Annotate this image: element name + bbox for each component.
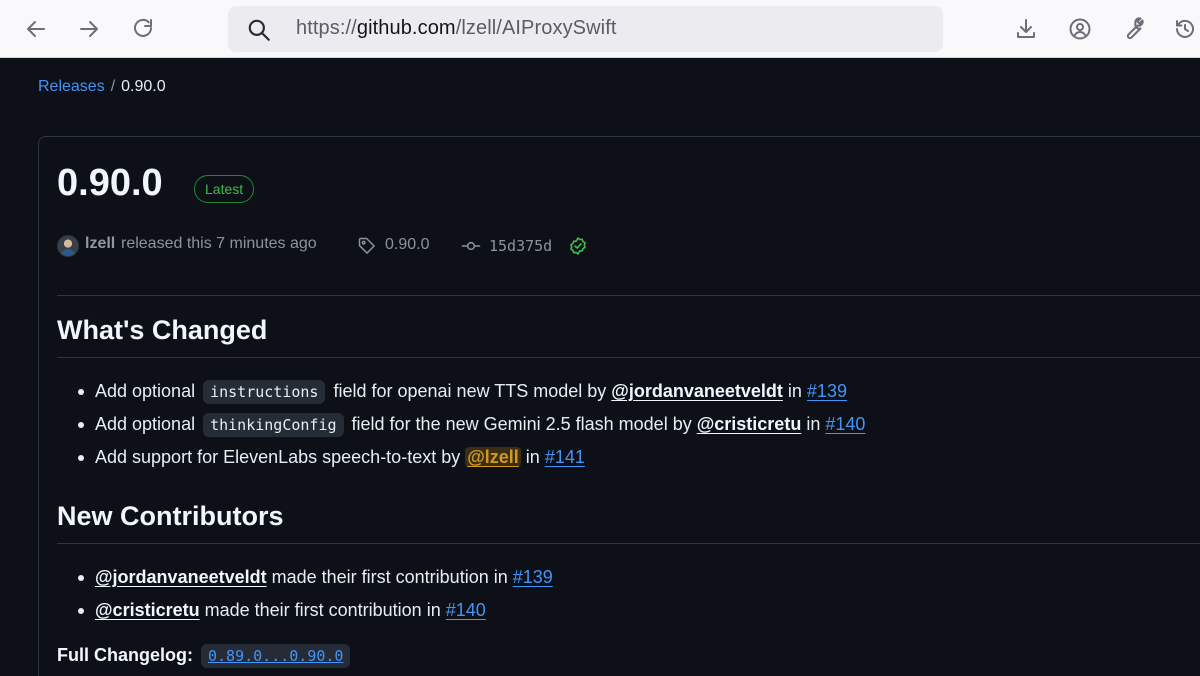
verified-check-icon[interactable] <box>568 236 588 256</box>
pull-request-link[interactable]: #139 <box>513 567 553 587</box>
forward-button[interactable] <box>72 12 106 46</box>
reload-button[interactable] <box>126 12 160 46</box>
wrench-icon <box>1126 17 1144 40</box>
back-button[interactable] <box>19 12 53 46</box>
list-item: @jordanvaneetveldt made their first cont… <box>57 561 553 594</box>
url-text: https://github.com/lzell/AIProxySwift <box>296 17 617 39</box>
list-item: Add support for ElevenLabs speech-to-tex… <box>57 441 865 474</box>
arrow-left-icon <box>27 21 45 37</box>
latest-badge: Latest <box>194 175 255 203</box>
whats-changed-list: Add optional instructions field for open… <box>57 375 865 474</box>
changelog-label: Full Changelog: <box>57 645 193 665</box>
author-link[interactable]: lzell <box>85 235 115 253</box>
full-changelog: Full Changelog: 0.89.0...0.90.0 <box>57 644 353 668</box>
pull-request-link[interactable]: #139 <box>807 381 847 401</box>
list-item: Add optional instructions field for open… <box>57 375 865 408</box>
address-bar[interactable]: https://github.com/lzell/AIProxySwift <box>228 6 943 52</box>
heading-divider <box>57 543 1200 544</box>
release-title: 0.90.0 <box>57 162 163 204</box>
downloads-button[interactable] <box>1009 12 1043 46</box>
code-snippet: thinkingConfig <box>203 413 344 437</box>
new-contributors-list: @jordanvaneetveldt made their first cont… <box>57 561 553 627</box>
avatar[interactable] <box>57 235 79 257</box>
pull-request-link[interactable]: #140 <box>446 600 486 620</box>
user-mention-link-self[interactable]: @lzell <box>465 447 521 467</box>
tag-icon <box>358 237 375 254</box>
account-button[interactable] <box>1063 12 1097 46</box>
pull-request-link[interactable]: #140 <box>825 414 865 434</box>
tools-button[interactable] <box>1116 12 1150 46</box>
whats-changed-heading: What's Changed <box>57 315 268 345</box>
list-item: Add optional thinkingConfig field for th… <box>57 408 865 441</box>
breadcrumb-current: 0.90.0 <box>121 78 166 95</box>
new-contributors-heading: New Contributors <box>57 501 284 531</box>
user-mention-link[interactable]: @cristicretu <box>697 414 802 434</box>
pull-request-link[interactable]: #141 <box>545 447 585 467</box>
changelog-compare-link[interactable]: 0.89.0...0.90.0 <box>201 644 351 668</box>
code-snippet: instructions <box>203 380 326 404</box>
list-item: @cristicretu made their first contributi… <box>57 594 553 627</box>
user-mention-link[interactable]: @cristicretu <box>95 600 200 620</box>
tag-link[interactable]: 0.90.0 <box>385 236 429 254</box>
breadcrumb-releases-link[interactable]: Releases <box>38 78 105 95</box>
release-meta: lzell released this 7 minutes ago 0.90.0… <box>57 234 857 258</box>
commit-icon <box>461 241 481 251</box>
account-icon <box>1069 18 1091 40</box>
arrow-right-icon <box>80 21 98 37</box>
history-button[interactable] <box>1168 12 1200 46</box>
released-text: released this 7 minutes ago <box>121 235 317 252</box>
divider <box>57 295 1200 296</box>
search-icon <box>248 19 270 41</box>
reload-icon <box>134 18 152 37</box>
breadcrumb: Releases / 0.90.0 <box>38 78 166 96</box>
heading-divider <box>57 357 1200 358</box>
user-mention-link[interactable]: @jordanvaneetveldt <box>95 567 267 587</box>
download-icon <box>1017 19 1035 38</box>
browser-toolbar: https://github.com/lzell/AIProxySwift <box>0 0 1200 58</box>
history-icon <box>1176 19 1194 38</box>
breadcrumb-separator: / <box>110 78 116 95</box>
user-mention-link[interactable]: @jordanvaneetveldt <box>611 381 783 401</box>
commit-link[interactable]: 15d375d <box>489 237 552 255</box>
